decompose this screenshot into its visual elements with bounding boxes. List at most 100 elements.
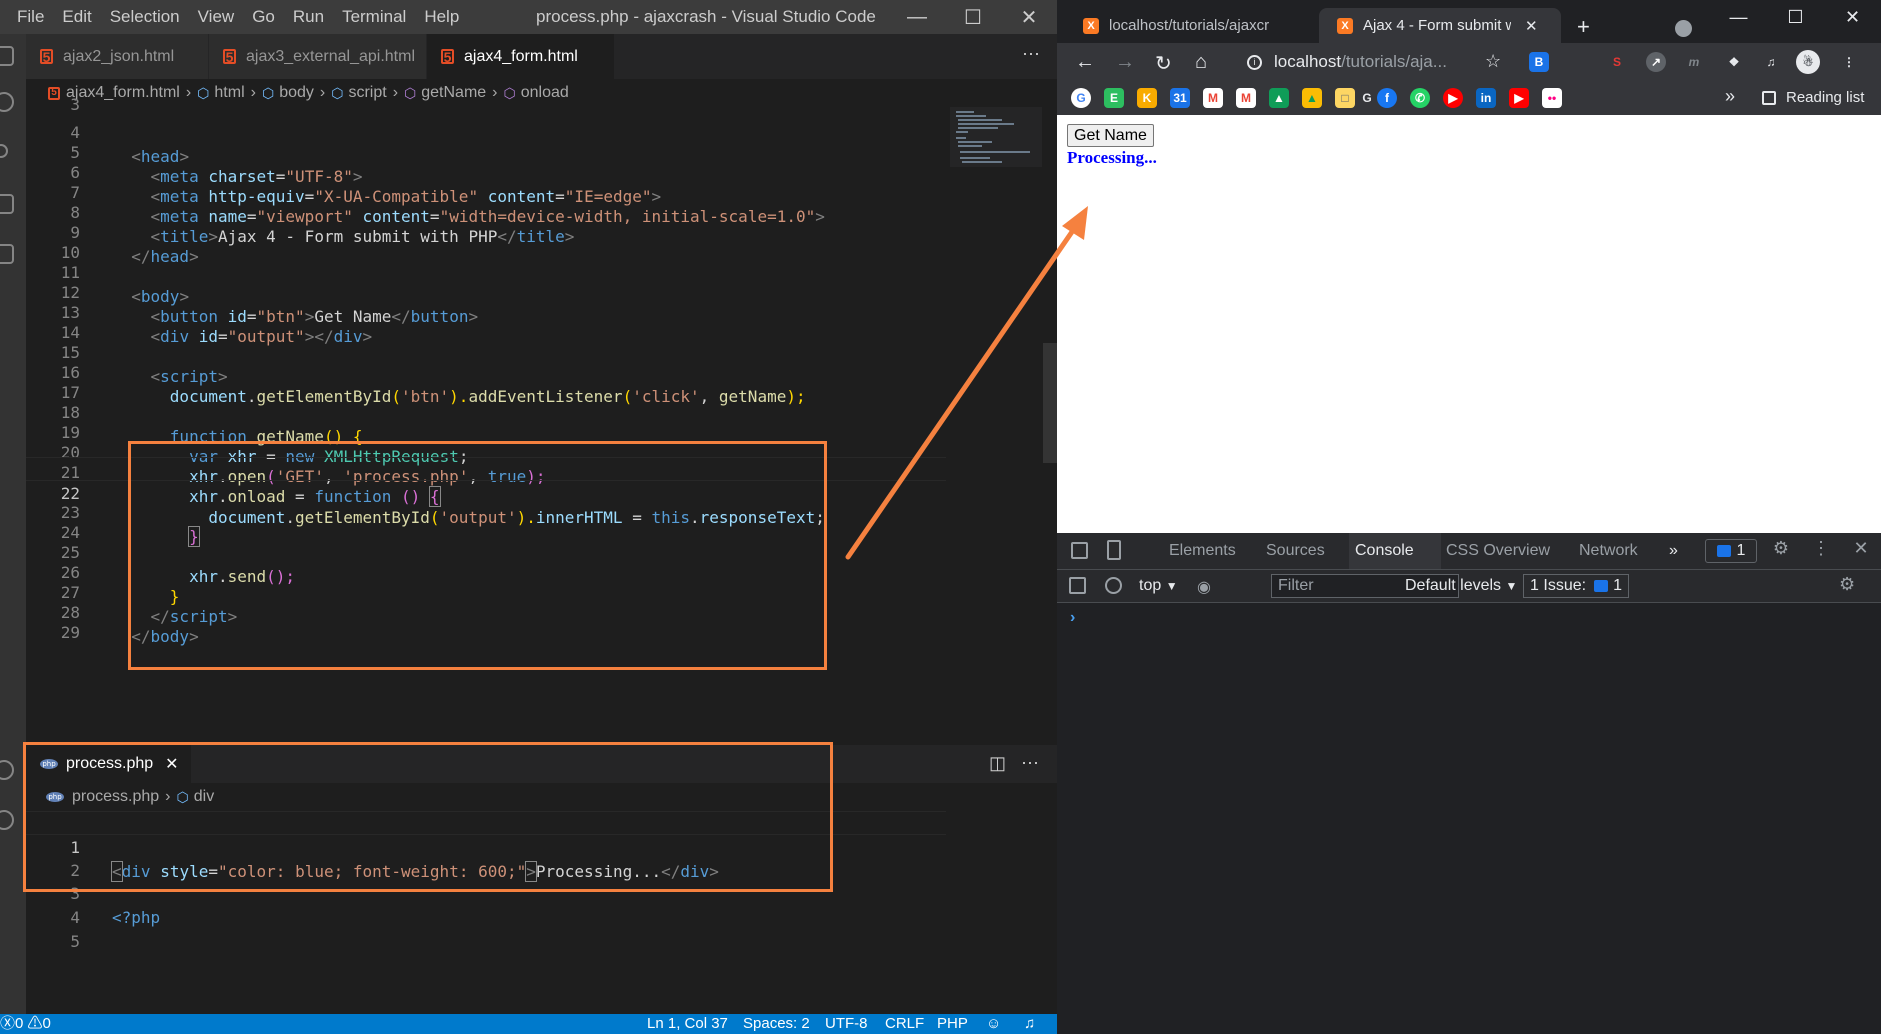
bookmark-star-icon[interactable]: ☆ — [1485, 51, 1501, 72]
menu-help[interactable]: Help — [415, 7, 468, 27]
devtools-tab-network[interactable]: Network — [1579, 542, 1638, 560]
back-arrow-icon[interactable]: ← — [1075, 51, 1095, 74]
run-debug-icon[interactable] — [0, 194, 14, 214]
more-actions-icon[interactable]: ⋯ — [1021, 753, 1039, 773]
browser-tab-ajax4[interactable]: X Ajax 4 - Form submit wit ✕ — [1319, 8, 1561, 43]
gmail-bookmark-icon[interactable]: M — [1203, 88, 1223, 108]
encoding[interactable]: UTF-8 — [825, 1014, 868, 1034]
issues-button[interactable]: 1 Issue: 1 — [1523, 574, 1629, 598]
maximize-button[interactable]: ☐ — [945, 0, 1001, 34]
line-ending[interactable]: CRLF — [885, 1014, 924, 1034]
feedback-icon[interactable]: ☺ — [986, 1014, 1001, 1034]
tab-ajax2-json[interactable]: 5 ajax2_json.html — [26, 34, 209, 79]
menu-go[interactable]: Go — [243, 7, 284, 27]
clear-console-icon[interactable] — [1105, 577, 1122, 594]
minimize-button[interactable]: — — [889, 0, 945, 34]
menu-edit[interactable]: Edit — [53, 7, 100, 27]
keep-bookmark-icon[interactable]: K — [1137, 88, 1157, 108]
home-icon[interactable]: ⌂ — [1195, 51, 1207, 74]
profile-avatar[interactable]: ☃ — [1796, 50, 1820, 74]
inspect-element-icon[interactable] — [1071, 542, 1088, 559]
devtools-more-tabs[interactable]: » — [1669, 542, 1678, 560]
language-mode[interactable]: PHP — [937, 1014, 968, 1034]
evernote-bookmark-icon[interactable]: E — [1104, 88, 1124, 108]
code-line: 5 — [26, 906, 946, 951]
google-bookmark-icon[interactable]: G — [1071, 88, 1091, 108]
extension-s-icon[interactable]: S — [1607, 52, 1627, 72]
devtools-tab-elements[interactable]: Elements — [1169, 542, 1236, 560]
editor-scrollbar[interactable] — [1043, 107, 1057, 737]
settings-gear-icon[interactable]: ⚙ — [1761, 538, 1801, 559]
browser-window-controls: — ☐ ✕ — [1710, 0, 1881, 34]
extension-translate-icon[interactable]: B — [1529, 52, 1549, 72]
youtube-music-bookmark-icon[interactable]: ▶ — [1443, 88, 1463, 108]
account-icon[interactable] — [0, 760, 14, 780]
new-tab-plus-icon[interactable]: + — [1577, 14, 1590, 40]
search-icon[interactable] — [0, 92, 14, 112]
browser-tab-localhost[interactable]: X localhost/tutorials/ajaxcr — [1065, 8, 1311, 43]
devtools-tab-console[interactable]: Console — [1355, 542, 1414, 560]
menu-file[interactable]: File — [8, 7, 53, 27]
tab-search-icon[interactable] — [1675, 20, 1692, 37]
facebook-bookmark-icon[interactable]: f — [1377, 88, 1397, 108]
forward-arrow-icon[interactable]: → — [1115, 51, 1135, 74]
source-control-icon[interactable] — [0, 144, 8, 158]
close-window-button[interactable]: ✕ — [1824, 0, 1881, 34]
minimap[interactable] — [950, 107, 1042, 167]
devtools-menu-icon[interactable]: ⋮ — [1801, 538, 1841, 559]
calendar-bookmark-icon[interactable]: 31 — [1170, 88, 1190, 108]
devtools-tab-sources[interactable]: Sources — [1266, 542, 1325, 560]
problems-indicator[interactable]: Ⓧ0 ⚠0 — [0, 1014, 51, 1034]
devtools-tab-css-overview[interactable]: CSS Overview — [1446, 542, 1550, 560]
g-bookmark-icon[interactable]: G — [1357, 88, 1377, 108]
cursor-position[interactable]: Ln 1, Col 37 — [647, 1014, 728, 1034]
chrome-menu-icon[interactable]: ⋮ — [1839, 52, 1859, 72]
minimize-button[interactable]: — — [1710, 0, 1767, 34]
reading-list-button[interactable]: Reading list — [1762, 89, 1864, 106]
extension-m-icon[interactable]: m — [1684, 52, 1704, 72]
indentation[interactable]: Spaces: 2 — [743, 1014, 810, 1034]
reload-icon[interactable]: ↻ — [1155, 51, 1172, 76]
menu-terminal[interactable]: Terminal — [333, 7, 415, 27]
extensions-puzzle-icon[interactable]: ❖ — [1724, 52, 1744, 72]
scrollbar-thumb[interactable] — [1043, 343, 1057, 463]
close-devtools-icon[interactable]: ✕ — [1841, 538, 1881, 559]
manage-gear-icon[interactable] — [0, 810, 14, 830]
sidebar-toggle-icon[interactable] — [1069, 577, 1086, 594]
maximize-button[interactable]: ☐ — [1767, 0, 1824, 34]
console-settings-gear-icon[interactable]: ⚙ — [1839, 574, 1855, 595]
bookmarks-overflow[interactable]: » — [1725, 86, 1735, 107]
message-icon — [1594, 580, 1609, 592]
live-expression-eye-icon[interactable]: ◉ — [1197, 577, 1211, 597]
drive-bookmark-icon[interactable]: ▲ — [1269, 88, 1289, 108]
drive-bookmark-icon-2[interactable]: ▲ — [1302, 88, 1322, 108]
linkedin-bookmark-icon[interactable]: in — [1476, 88, 1496, 108]
gmail-bookmark-icon-2[interactable]: M — [1236, 88, 1256, 108]
close-tab-icon[interactable]: ✕ — [1525, 17, 1538, 35]
address-bar[interactable]: i localhost/tutorials/aja... — [1247, 47, 1467, 77]
close-window-button[interactable]: ✕ — [1001, 0, 1057, 34]
whatsapp-bookmark-icon[interactable]: ✆ — [1410, 88, 1430, 108]
menu-selection[interactable]: Selection — [101, 7, 189, 27]
tab-ajax4-form[interactable]: 5 ajax4_form.html — [427, 34, 615, 79]
flickr-bookmark-icon[interactable]: •• — [1542, 88, 1562, 108]
site-info-icon[interactable]: i — [1247, 54, 1262, 70]
split-editor-icon[interactable]: ◫ — [989, 753, 1006, 773]
explorer-icon[interactable] — [0, 46, 14, 66]
tab-ajax3-external-api[interactable]: 5 ajax3_external_api.html — [209, 34, 427, 79]
log-levels-dropdown[interactable]: Default levels ▼ — [1405, 577, 1517, 595]
extension-cursor-icon[interactable]: ↗ — [1646, 52, 1666, 72]
device-toolbar-icon[interactable] — [1107, 540, 1121, 560]
youtube-bookmark-icon[interactable]: ▶ — [1509, 88, 1529, 108]
note-bookmark-icon[interactable]: □ — [1335, 88, 1355, 108]
extensions-icon[interactable] — [0, 244, 14, 264]
get-name-button[interactable]: Get Name — [1067, 124, 1154, 147]
menu-view[interactable]: View — [189, 7, 244, 27]
notifications-bell-icon[interactable]: ♫ — [1024, 1014, 1035, 1034]
console-prompt[interactable]: › — [1070, 609, 1075, 627]
menu-run[interactable]: Run — [284, 7, 333, 27]
messages-badge[interactable]: 1 — [1705, 539, 1757, 563]
more-actions-icon[interactable]: ⋯ — [1022, 44, 1041, 65]
context-selector[interactable]: top ▼ — [1139, 577, 1178, 595]
media-control-icon[interactable]: ♫ — [1761, 52, 1781, 72]
